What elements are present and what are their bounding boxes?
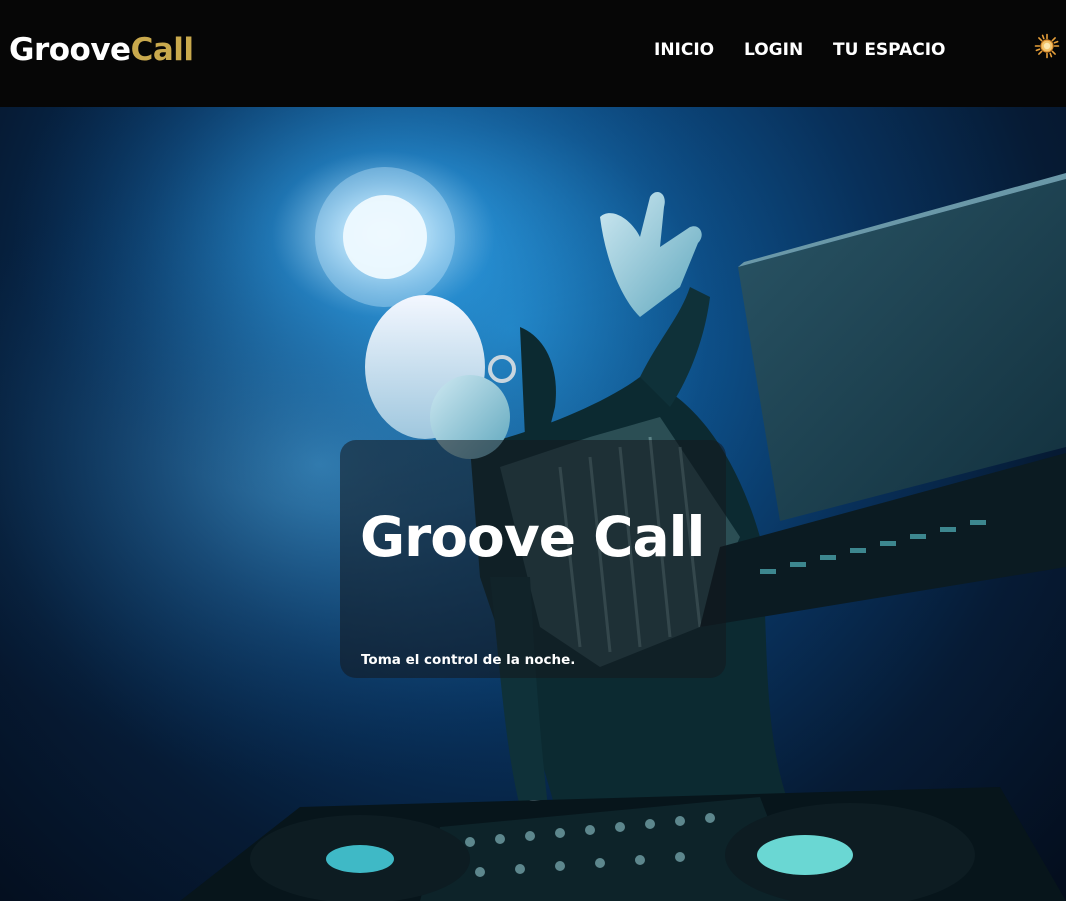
hero-title: Groove Call <box>360 505 705 569</box>
brand-logo-part2: Call <box>130 32 194 68</box>
hero-card: Groove Call Toma el control de la noche. <box>340 440 726 678</box>
brand-logo-part1: Groove <box>9 32 131 68</box>
nav-link-tu-espacio[interactable]: TU ESPACIO <box>833 38 945 62</box>
top-navbar: GrooveCall INICIO LOGIN TU ESPACIO <box>0 0 1066 107</box>
hero-subtitle: Toma el control de la noche. <box>361 652 576 668</box>
nav-link-inicio[interactable]: INICIO <box>654 38 714 62</box>
sun-icon <box>1034 33 1060 59</box>
hero-section: Groove Call Toma el control de la noche. <box>0 107 1066 901</box>
theme-toggle-button[interactable] <box>1032 31 1062 61</box>
brand-logo[interactable]: GrooveCall <box>9 30 194 70</box>
nav-link-login[interactable]: LOGIN <box>744 38 803 62</box>
